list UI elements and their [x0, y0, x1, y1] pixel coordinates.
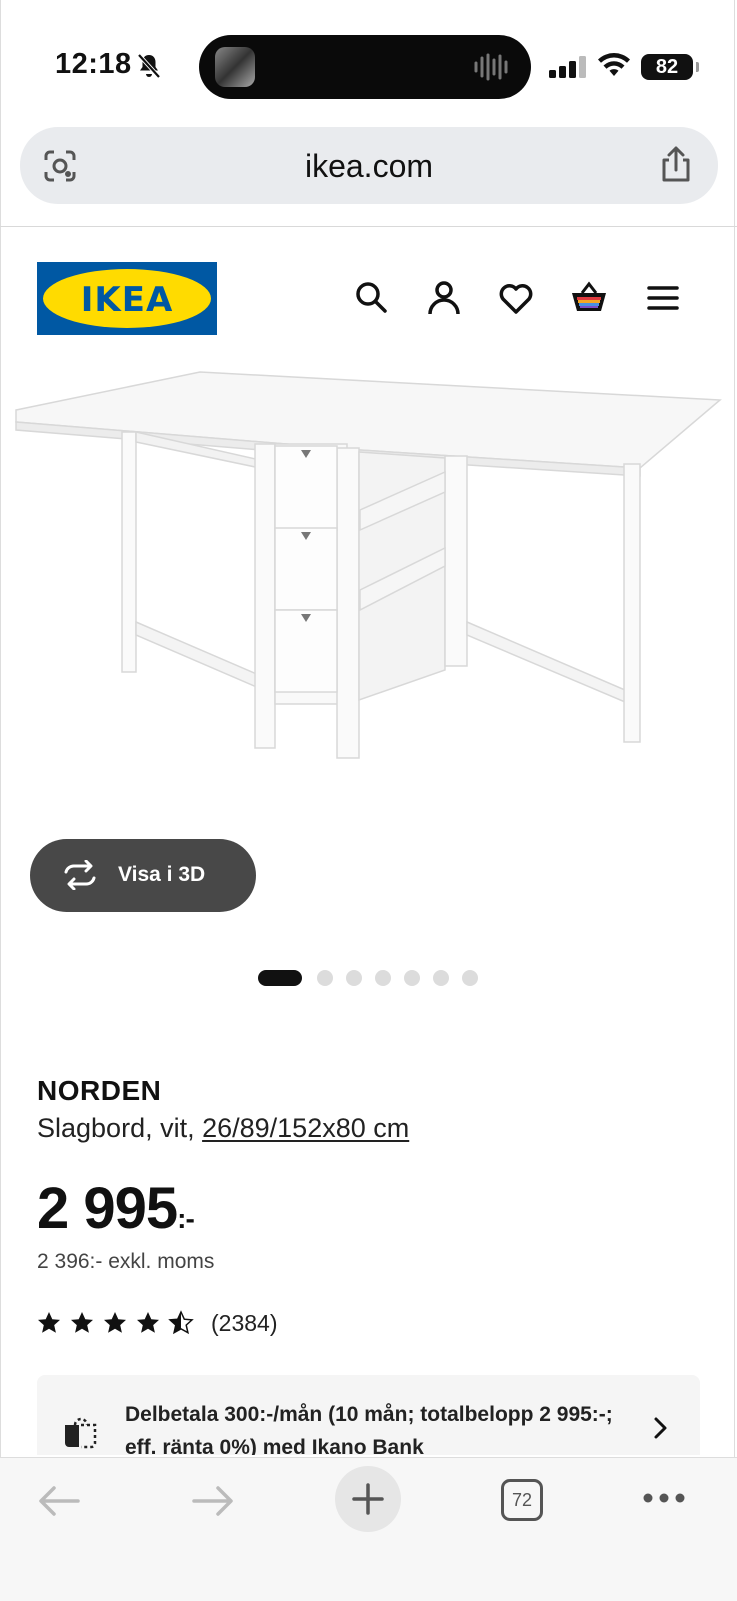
new-tab-button[interactable] — [335, 1466, 401, 1532]
wifi-icon — [598, 53, 630, 76]
basket-icon[interactable] — [569, 278, 609, 318]
status-time: 12:18 — [55, 48, 132, 80]
rotate-3d-icon — [64, 860, 96, 890]
pagination-dot-active[interactable] — [258, 970, 302, 986]
product-name: NORDEN — [37, 1075, 162, 1106]
forward-arrow-icon[interactable] — [190, 1483, 236, 1519]
pagination-dot[interactable] — [375, 970, 391, 986]
dynamic-island — [199, 35, 531, 99]
pagination-dot[interactable] — [317, 970, 333, 986]
product-description: Slagbord, vit, 26/89/152x80 cm — [37, 1113, 409, 1144]
star-icon — [38, 1312, 60, 1333]
status-bar: 12:18 82 — [0, 0, 737, 120]
menu-icon[interactable] — [643, 278, 683, 318]
profile-icon[interactable] — [424, 278, 464, 318]
now-playing-thumbnail — [215, 47, 255, 87]
price-suffix: :- — [177, 1203, 195, 1234]
view-3d-button[interactable]: Visa i 3D — [30, 839, 256, 912]
pagination-dot[interactable] — [433, 970, 449, 986]
pagination-dot[interactable] — [346, 970, 362, 986]
product-dimensions-link[interactable]: 26/89/152x80 cm — [202, 1113, 409, 1143]
browser-toolbar: 72 — [0, 1457, 737, 1601]
installment-icon — [65, 1417, 97, 1449]
audio-wave-icon — [474, 53, 508, 81]
more-options-icon[interactable] — [642, 1492, 686, 1504]
bell-muted-icon — [137, 53, 161, 79]
battery-indicator: 82 — [641, 54, 699, 80]
tab-switcher-button[interactable]: 72 — [501, 1479, 543, 1521]
rating-count[interactable]: (2384) — [211, 1310, 277, 1337]
star-icon — [104, 1312, 126, 1333]
share-icon[interactable] — [658, 144, 694, 184]
plus-icon — [352, 1483, 384, 1515]
star-icon — [137, 1312, 159, 1333]
price-ex-vat: 2 396:- exkl. moms — [37, 1250, 215, 1273]
view-3d-label: Visa i 3D — [118, 863, 206, 886]
heart-icon[interactable] — [496, 278, 536, 318]
address-bar[interactable]: ikea.com — [20, 127, 718, 204]
logo-wordmark: IKEA — [80, 280, 174, 320]
pagination-dot[interactable] — [462, 970, 478, 986]
star-icon — [71, 1312, 93, 1333]
price-value: 2 995 — [37, 1176, 178, 1241]
cellular-signal-icon — [549, 56, 586, 78]
search-icon[interactable] — [352, 278, 392, 318]
product-price: 2 995:- — [37, 1175, 195, 1242]
chevron-right-icon — [654, 1417, 667, 1439]
back-arrow-icon[interactable] — [36, 1483, 82, 1519]
financing-banner[interactable]: Delbetala 300:-/mån (10 mån; totalbelopp… — [37, 1375, 700, 1455]
product-image[interactable] — [10, 360, 730, 790]
financing-text: Delbetala 300:-/mån (10 mån; totalbelopp… — [125, 1403, 613, 1455]
rating-stars[interactable] — [37, 1310, 197, 1336]
page-frame — [0, 0, 735, 1600]
ikea-logo[interactable]: IKEA — [37, 262, 217, 335]
header-divider — [0, 226, 737, 227]
pagination-dot[interactable] — [404, 970, 420, 986]
product-type: Slagbord, vit, — [37, 1113, 203, 1143]
url-text[interactable]: ikea.com — [20, 148, 718, 185]
